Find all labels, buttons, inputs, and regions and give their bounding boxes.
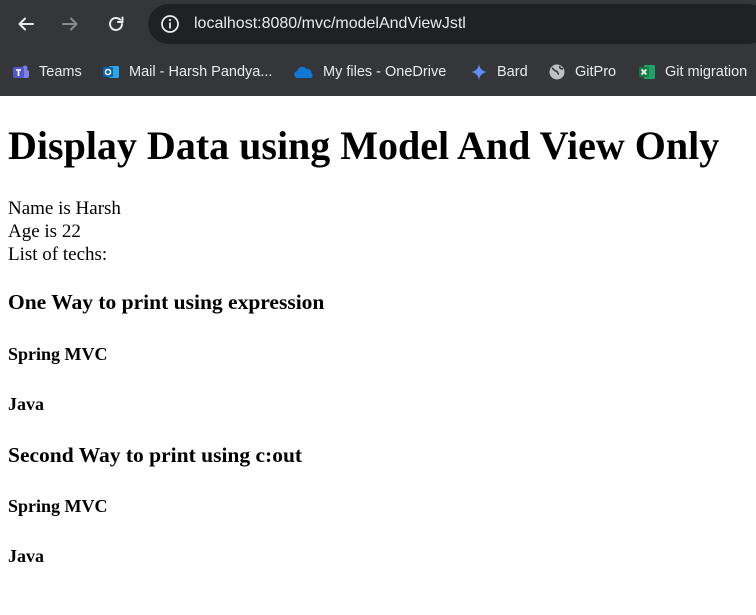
- bookmark-label: Bard: [497, 64, 528, 80]
- age-line: Age is 22: [8, 221, 81, 242]
- bookmark-teams[interactable]: Teams: [12, 61, 82, 83]
- globe-icon: [548, 63, 566, 81]
- address-bar[interactable]: localhost:8080/mvc/modelAndViewJstl: [148, 4, 756, 44]
- teams-icon: [12, 63, 30, 81]
- bookmark-label: My files - OneDrive: [323, 64, 447, 80]
- tech-item: Spring MVC: [8, 496, 108, 516]
- bookmark-label: Git migration: [665, 64, 748, 80]
- bookmark-onedrive[interactable]: My files - OneDrive: [294, 61, 446, 83]
- bookmark-label: Teams: [39, 64, 82, 80]
- bookmark-mail[interactable]: Mail - Harsh Pandya...: [102, 61, 272, 83]
- onedrive-icon: [294, 63, 314, 81]
- browser-chrome: localhost:8080/mvc/modelAndViewJstl Team…: [0, 0, 756, 96]
- section-two-title: Second Way to print using c:out: [8, 443, 303, 467]
- tech-item: Java: [8, 546, 44, 566]
- bookmarks-bar: Teams Mail - Harsh Pandya... My files - …: [0, 48, 756, 96]
- name-line: Name is Harsh: [8, 198, 121, 219]
- forward-arrow-icon: [62, 17, 78, 31]
- excel-icon: [638, 63, 656, 81]
- browser-toolbar: localhost:8080/mvc/modelAndViewJstl: [0, 0, 756, 48]
- bookmark-git-migration[interactable]: Git migration: [638, 61, 747, 83]
- reload-button[interactable]: [100, 8, 132, 40]
- back-button[interactable]: [10, 8, 42, 40]
- bookmark-label: Mail - Harsh Pandya...: [129, 64, 273, 80]
- section-one-title: One Way to print using expression: [8, 290, 325, 314]
- tech-item: Spring MVC: [8, 344, 108, 364]
- bookmark-gitpro[interactable]: GitPro: [548, 61, 616, 83]
- outlook-icon: [102, 63, 120, 81]
- tech-item: Java: [8, 394, 44, 414]
- bard-icon: [470, 63, 488, 81]
- techs-line: List of techs:: [8, 244, 108, 265]
- page-title: Display Data using Model And View Only: [8, 123, 720, 168]
- url-text: localhost:8080/mvc/modelAndViewJstl: [194, 15, 466, 32]
- back-arrow-icon: [18, 17, 34, 31]
- site-info-icon[interactable]: [160, 14, 180, 34]
- bookmark-label: GitPro: [575, 64, 617, 80]
- forward-button[interactable]: [54, 8, 86, 40]
- bookmark-bard[interactable]: Bard: [470, 61, 528, 83]
- reload-icon: [109, 16, 124, 31]
